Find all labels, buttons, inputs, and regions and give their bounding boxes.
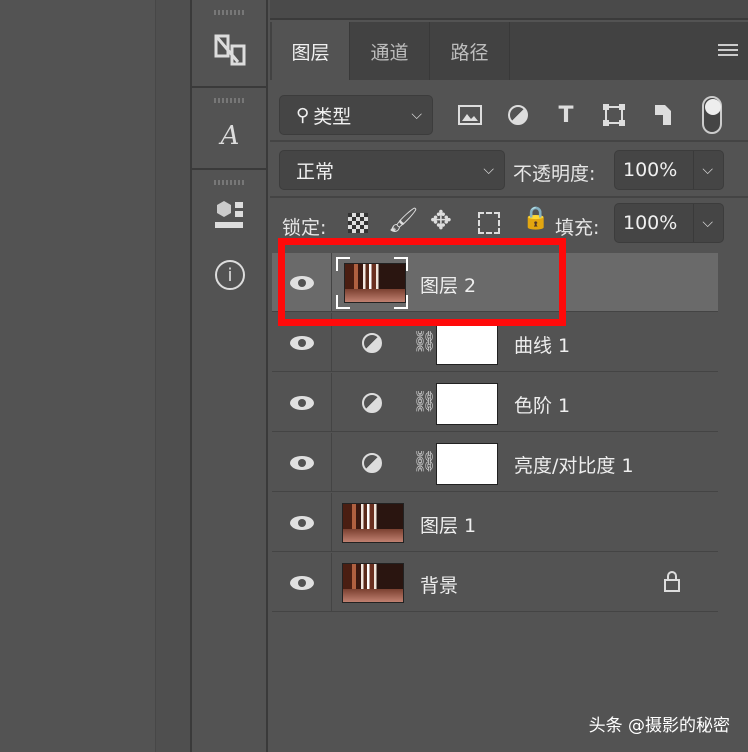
- grip[interactable]: [214, 98, 244, 103]
- link-icon[interactable]: ⛓: [412, 329, 437, 353]
- visibility-toggle[interactable]: [272, 553, 332, 612]
- 3d-transform-icon[interactable]: [210, 30, 250, 70]
- pixel-filter-icon[interactable]: [457, 102, 483, 128]
- layers-panel: 图层 通道 路径 ⚲ 类型 ⌵ T 正常 ⌵ 不透明度: 100% ⌵ 锁定: 🖌 ✥ …: [270, 0, 748, 752]
- filter-toggle[interactable]: [702, 96, 722, 134]
- layer-thumbnail: [342, 503, 404, 543]
- fill-field[interactable]: 100% ⌵: [614, 203, 724, 243]
- chevron-down-icon[interactable]: ⌵: [702, 162, 713, 178]
- tab-paths[interactable]: 路径: [430, 22, 510, 80]
- layer-name[interactable]: 图层 1: [420, 511, 476, 538]
- eye-icon: [289, 575, 314, 590]
- layer-name[interactable]: 曲线 1: [514, 331, 570, 358]
- chevron-down-icon[interactable]: ⌵: [702, 215, 713, 231]
- tab-channels[interactable]: 通道: [350, 22, 430, 80]
- layer-thumbnail: [342, 563, 404, 603]
- layer-mask-thumbnail[interactable]: [436, 323, 498, 365]
- layer-mask-thumbnail[interactable]: [436, 383, 498, 425]
- visibility-toggle[interactable]: [272, 433, 332, 492]
- link-icon[interactable]: ⛓: [412, 449, 437, 473]
- opacity-label: 不透明度:: [513, 163, 596, 185]
- properties-icon[interactable]: [210, 196, 250, 236]
- watermark: 头条 @摄影的秘密: [588, 716, 730, 736]
- grip[interactable]: [214, 180, 244, 185]
- chevron-down-icon: ⌵: [411, 107, 422, 123]
- layer-row-levels[interactable]: ⛓ 色阶 1: [272, 373, 718, 432]
- adjustment-icon: [362, 393, 382, 413]
- grip[interactable]: [214, 10, 244, 15]
- chevron-down-icon: ⌵: [483, 162, 494, 178]
- lock-all-icon[interactable]: 🔒: [522, 206, 549, 231]
- eye-icon: [289, 515, 314, 530]
- layer-row-background[interactable]: 背景: [272, 553, 718, 612]
- fill-label: 填充:: [555, 217, 600, 239]
- panel-tabs: 图层 通道 路径: [270, 22, 748, 80]
- eye-icon: [289, 455, 314, 470]
- filter-type-dropdown[interactable]: ⚲ 类型 ⌵: [279, 95, 433, 135]
- lock-transparent-icon[interactable]: [348, 213, 368, 233]
- layer-name[interactable]: 背景: [420, 571, 458, 598]
- type-filter-icon[interactable]: T: [553, 102, 579, 128]
- eye-icon: [289, 335, 314, 350]
- glyphs-icon[interactable]: A: [210, 116, 250, 156]
- visibility-toggle[interactable]: [272, 493, 332, 552]
- shape-filter-icon[interactable]: [601, 102, 627, 128]
- info-icon[interactable]: i: [210, 255, 250, 295]
- panel-header: [270, 0, 748, 20]
- tab-layers[interactable]: 图层: [272, 22, 350, 80]
- link-icon[interactable]: ⛓: [412, 389, 437, 413]
- adjustment-icon: [362, 333, 382, 353]
- smart-object-filter-icon[interactable]: [650, 102, 676, 128]
- layer-name[interactable]: 亮度/对比度 1: [514, 451, 634, 478]
- layer-mask-thumbnail[interactable]: [436, 443, 498, 485]
- adjustment-filter-icon[interactable]: [505, 102, 531, 128]
- search-icon: ⚲: [296, 104, 310, 126]
- blend-mode-dropdown[interactable]: 正常 ⌵: [279, 150, 505, 190]
- lock-artboard-icon[interactable]: [478, 212, 500, 234]
- layer-name[interactable]: 色阶 1: [514, 391, 570, 418]
- layer-row-brightness-contrast[interactable]: ⛓ 亮度/对比度 1: [272, 433, 718, 492]
- lock-brush-icon[interactable]: 🖌: [388, 206, 418, 234]
- visibility-toggle[interactable]: [272, 373, 332, 432]
- lock-icon: [664, 571, 680, 592]
- lock-label: 锁定:: [282, 217, 327, 239]
- lock-move-icon[interactable]: ✥: [430, 206, 452, 236]
- panel-menu-icon[interactable]: [718, 44, 738, 56]
- dock-edge: [155, 0, 190, 752]
- highlight-box: [278, 238, 566, 326]
- layer-row-layer1[interactable]: 图层 1: [272, 493, 718, 552]
- tool-dock: A i: [190, 0, 268, 752]
- adjustment-icon: [362, 453, 382, 473]
- eye-icon: [289, 395, 314, 410]
- opacity-field[interactable]: 100% ⌵: [614, 150, 724, 190]
